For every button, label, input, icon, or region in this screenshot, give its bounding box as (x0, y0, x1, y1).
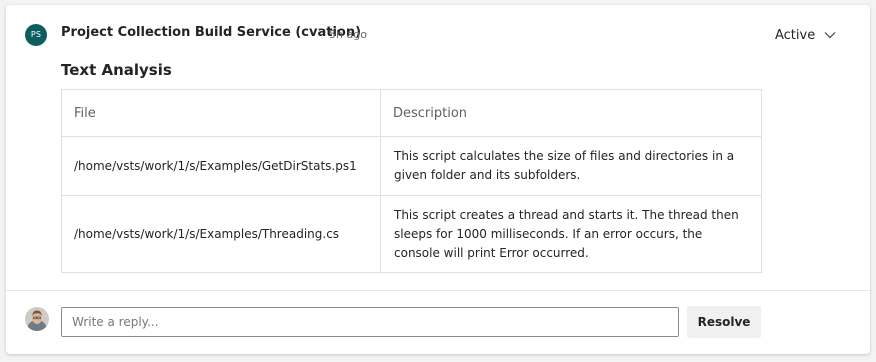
file-path-cell: /home/vsts/work/1/s/Examples/Threading.c… (61, 195, 381, 273)
author-name: Project Collection Build Service (cvatio… (61, 25, 362, 40)
status-dropdown[interactable]: Active (775, 26, 836, 44)
reply-input[interactable] (61, 307, 679, 337)
file-path-cell: /home/vsts/work/1/s/Examples/GetDirStats… (61, 136, 381, 196)
author-avatar: PS (25, 24, 47, 46)
user-avatar (25, 307, 49, 331)
column-header-file: File (61, 89, 381, 137)
column-header-description: Description (380, 89, 762, 137)
resolve-button[interactable]: Resolve (687, 306, 761, 338)
status-label: Active (775, 27, 816, 43)
user-avatar-icon (25, 307, 49, 331)
description-cell: This script calculates the size of files… (380, 136, 762, 196)
comment-timestamp: 5h ago (329, 28, 367, 41)
analysis-heading: Text Analysis (61, 61, 172, 79)
table-row: /home/vsts/work/1/s/Examples/Threading.c… (61, 195, 762, 273)
table-row: /home/vsts/work/1/s/Examples/GetDirStats… (61, 136, 762, 196)
chevron-down-icon (824, 32, 836, 39)
description-cell: This script creates a thread and starts … (380, 195, 762, 273)
table-header-row: File Description (61, 89, 762, 137)
comment-thread-card: PS Project Collection Build Service (cva… (6, 5, 870, 354)
analysis-table: File Description /home/vsts/work/1/s/Exa… (61, 89, 762, 273)
reply-divider (6, 290, 870, 291)
